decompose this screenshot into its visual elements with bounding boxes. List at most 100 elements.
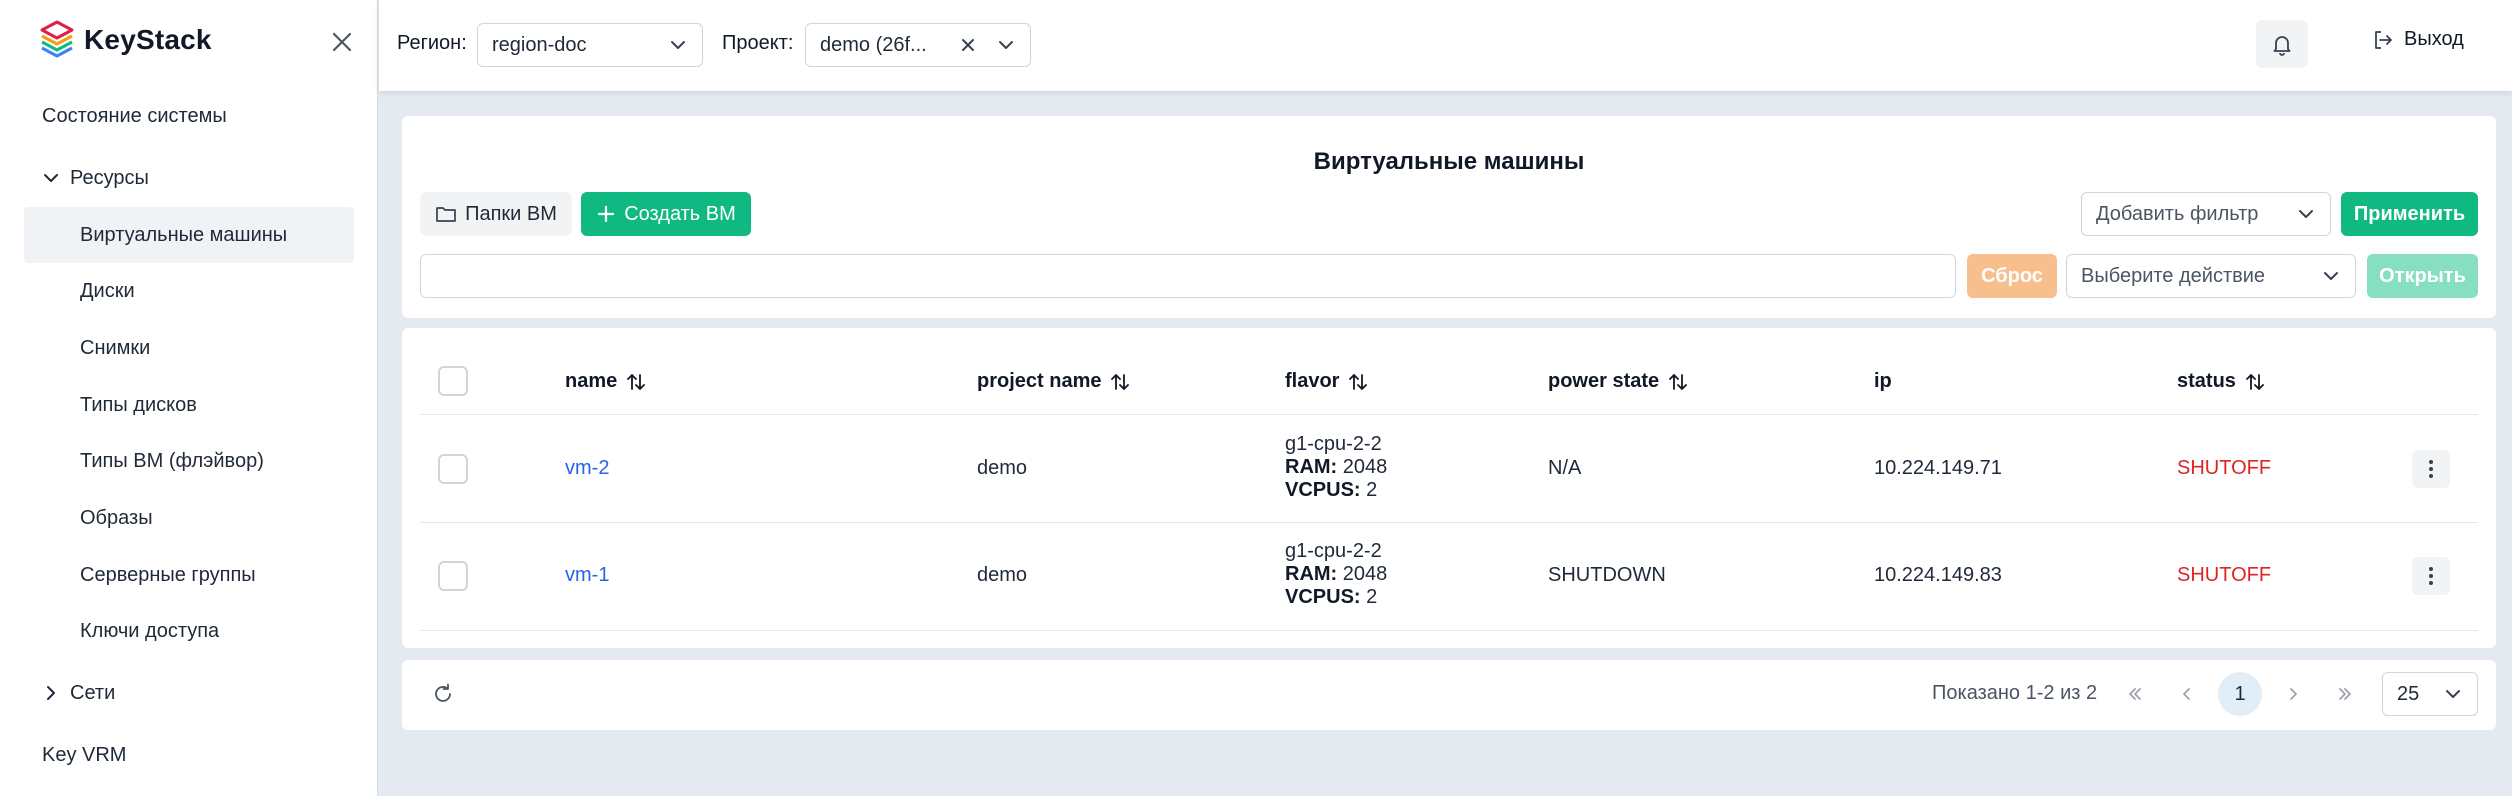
- flavor-vcpus-value: 2: [1366, 586, 1378, 608]
- column-header-name[interactable]: name: [565, 370, 647, 393]
- clear-icon[interactable]: [958, 35, 978, 55]
- sidebar-item-server-groups[interactable]: Серверные группы: [24, 547, 354, 603]
- flavor-ram-label: RAM:: [1285, 563, 1338, 585]
- column-header-status[interactable]: status: [2177, 370, 2266, 393]
- sidebar-item-virtual-machines[interactable]: Виртуальные машины: [24, 207, 354, 263]
- action-select-placeholder: Выберите действие: [2081, 264, 2266, 287]
- sidebar-item-disks[interactable]: Диски: [24, 263, 354, 319]
- pagination-summary: Показано 1-2 из 2: [1932, 682, 2098, 704]
- refresh-button[interactable]: [430, 681, 458, 709]
- column-header-flavor[interactable]: flavor: [1285, 370, 1369, 393]
- more-vertical-icon: [2429, 567, 2433, 585]
- select-all-checkbox[interactable]: [438, 366, 468, 396]
- project-label: Проект:: [722, 32, 794, 54]
- sidebar-item-label: Серверные группы: [80, 563, 256, 586]
- vm-folders-button[interactable]: Папки ВМ: [420, 192, 572, 236]
- column-header-label: project name: [977, 370, 1102, 392]
- flavor-ram: RAM: 2048: [1285, 456, 1387, 479]
- region-select-value: region-doc: [492, 33, 587, 56]
- next-page-button[interactable]: [2271, 672, 2315, 716]
- page-button-current[interactable]: 1: [2218, 672, 2262, 716]
- column-header-label: name: [565, 370, 618, 392]
- vm-name-link[interactable]: vm-1: [565, 564, 609, 587]
- first-page-button[interactable]: [2113, 672, 2157, 716]
- sidebar-item-label: Типы дисков: [80, 393, 197, 416]
- brand-logo[interactable]: KeyStack: [40, 20, 212, 60]
- region-label: Регион:: [397, 32, 467, 54]
- add-filter-select[interactable]: Добавить фильтр: [2081, 192, 2331, 236]
- vm-flavor: g1-cpu-2-2 RAM: 2048 VCPUS: 2: [1285, 433, 1387, 502]
- chevron-right-icon: [47, 686, 55, 700]
- sidebar-item-key-vrm[interactable]: Key VRM: [24, 727, 354, 783]
- notifications-button[interactable]: [2256, 20, 2308, 68]
- sidebar-item-label: Сети: [70, 681, 116, 704]
- plus-icon: [598, 205, 615, 223]
- sidebar-item-images[interactable]: Образы: [24, 490, 354, 546]
- sidebar-item-label: Ресурсы: [70, 166, 149, 189]
- vm-status: SHUTOFF: [2177, 564, 2272, 586]
- add-filter-placeholder: Добавить фильтр: [2096, 202, 2259, 225]
- logout-icon: [2375, 30, 2392, 49]
- refresh-icon: [435, 683, 451, 702]
- column-header-project-name[interactable]: project name: [977, 370, 1131, 393]
- sidebar: KeyStack Состояние системы Ресурсы Вирту…: [0, 0, 378, 796]
- project-select-value: demo (26f...: [820, 33, 927, 56]
- row-checkbox[interactable]: [438, 454, 468, 484]
- logout-label: Выход: [2404, 28, 2464, 50]
- vm-project: demo: [977, 457, 1028, 479]
- logout-button[interactable]: Выход: [2372, 28, 2464, 51]
- row-checkbox[interactable]: [438, 561, 468, 591]
- vm-power-state: N/A: [1548, 457, 1582, 479]
- page-size-value: 25: [2397, 682, 2420, 705]
- sidebar-item-access-keys[interactable]: Ключи доступа: [24, 603, 354, 659]
- open-button[interactable]: Открыть: [2367, 254, 2478, 298]
- sidebar-item-disk-types[interactable]: Типы дисков: [24, 377, 354, 433]
- vm-status: SHUTOFF: [2177, 457, 2272, 479]
- folder-icon: [436, 207, 456, 222]
- vm-power-state: SHUTDOWN: [1548, 564, 1666, 586]
- sidebar-close-button[interactable]: [328, 28, 356, 56]
- chevron-left-icon: [2183, 688, 2190, 700]
- chevron-down-icon: [2446, 690, 2460, 698]
- flavor-name: g1-cpu-2-2: [1285, 433, 1382, 455]
- chevrons-left-icon: [2129, 688, 2141, 700]
- more-vertical-icon: [2429, 460, 2433, 478]
- region-select[interactable]: region-doc: [477, 23, 703, 67]
- action-select[interactable]: Выберите действие: [2066, 254, 2356, 298]
- sidebar-group-networks[interactable]: Сети: [24, 665, 354, 721]
- vm-project: demo: [977, 564, 1028, 586]
- flavor-vcpus-label: VCPUS:: [1285, 479, 1361, 501]
- column-header-power-state[interactable]: power state: [1548, 370, 1689, 393]
- sidebar-item-label: Типы ВМ (флэйвор): [80, 449, 264, 472]
- sidebar-group-resources[interactable]: Ресурсы: [24, 150, 354, 206]
- sort-icon: [2246, 373, 2264, 390]
- row-actions-button[interactable]: [2412, 450, 2450, 488]
- search-input[interactable]: [420, 254, 1956, 298]
- page-title: Виртуальные машины: [1313, 148, 1585, 175]
- create-vm-button[interactable]: Создать ВМ: [581, 192, 751, 236]
- flavor-ram-value: 2048: [1342, 456, 1388, 478]
- sidebar-item-label: Диски: [80, 279, 135, 302]
- column-header-label: status: [2177, 370, 2236, 392]
- project-select[interactable]: demo (26f...: [805, 23, 1031, 67]
- sidebar-item-system-status[interactable]: Состояние системы: [24, 88, 354, 144]
- flavor-vcpus: VCPUS: 2: [1285, 586, 1387, 609]
- column-header-ip[interactable]: ip: [1874, 370, 1892, 393]
- last-page-button[interactable]: [2323, 672, 2367, 716]
- flavor-ram: RAM: 2048: [1285, 563, 1387, 586]
- apply-button[interactable]: Применить: [2341, 192, 2478, 236]
- vm-name-link[interactable]: vm-2: [565, 457, 609, 480]
- reset-label: Сброс: [1981, 264, 2043, 287]
- sidebar-item-snapshots[interactable]: Снимки: [24, 320, 354, 376]
- sidebar-item-flavors[interactable]: Типы ВМ (флэйвор): [24, 433, 354, 489]
- reset-button[interactable]: Сброс: [1967, 254, 2057, 298]
- row-actions-button[interactable]: [2412, 557, 2450, 595]
- prev-page-button[interactable]: [2165, 672, 2209, 716]
- sidebar-item-label: Виртуальные машины: [80, 223, 288, 246]
- keystack-logo-icon: [40, 20, 74, 58]
- page-size-select[interactable]: 25: [2382, 672, 2478, 716]
- sidebar-item-label: Ключи доступа: [80, 619, 220, 642]
- table-divider: [420, 630, 2478, 631]
- flavor-ram-value: 2048: [1342, 563, 1388, 585]
- apply-label: Применить: [2353, 202, 2466, 225]
